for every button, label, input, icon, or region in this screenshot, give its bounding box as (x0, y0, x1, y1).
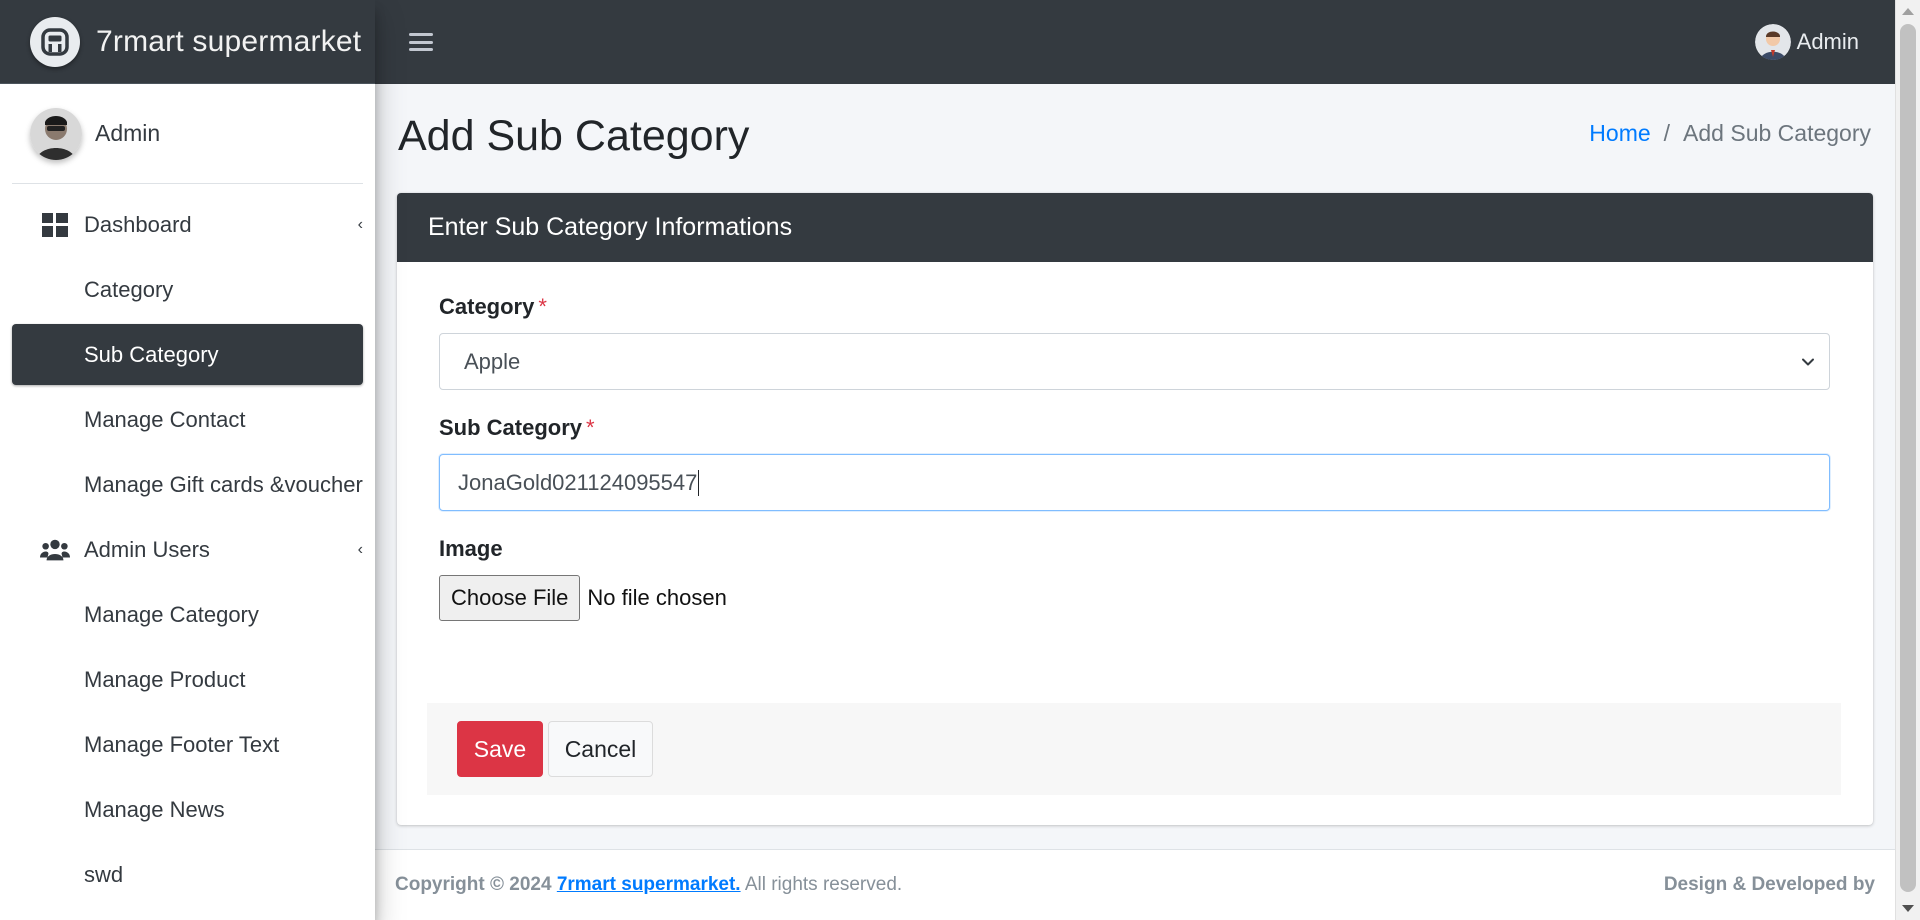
sidebar-item-manage-contact[interactable]: Manage Contact (12, 389, 363, 450)
sidebar-item-dashboard[interactable]: Dashboard ‹ (12, 194, 363, 255)
avatar[interactable] (30, 107, 82, 160)
sidebar-item-category[interactable]: Category (12, 259, 363, 320)
image-form-group: Image Choose File No file chosen (439, 536, 1831, 621)
footer-copyright: Copyright © 2024 7rmart supermarket. All… (395, 874, 902, 896)
text-cursor (698, 469, 700, 496)
sidebar-item-manage-category[interactable]: Manage Category (12, 584, 363, 645)
sidebar-item-swd[interactable]: swd (12, 844, 363, 905)
chevron-left-icon: ‹ (357, 540, 363, 558)
scroll-up-arrow-icon[interactable] (1902, 8, 1914, 15)
card-header: Enter Sub Category Informations (397, 193, 1873, 262)
breadcrumb-home-link[interactable]: Home (1589, 120, 1650, 147)
form-card: Enter Sub Category Informations Category… (397, 193, 1873, 825)
sidebar-item-label: Manage News (84, 796, 225, 822)
sidebar-item-manage-product[interactable]: Manage Product (12, 649, 363, 710)
category-form-group: Category * Apple (439, 294, 1831, 390)
user-menu[interactable]: Admin (1754, 24, 1859, 60)
chevron-down-icon (1802, 358, 1814, 365)
main-sidebar: 7rmart supermarket Admin Dashboard ‹ Cat… (0, 0, 375, 920)
subcategory-label: Sub Category * (439, 415, 595, 440)
content-wrapper: Add Sub Category Home / Add Sub Category… (375, 84, 1895, 920)
sidebar-item-label: Dashboard (84, 211, 192, 237)
image-label: Image (439, 536, 503, 561)
content-header: Add Sub Category Home / Add Sub Category (398, 106, 1871, 161)
footer-credits: Design & Developed by (1663, 874, 1875, 895)
sidebar-item-label: Category (84, 276, 174, 302)
breadcrumb-current: Add Sub Category (1683, 120, 1871, 146)
cancel-button[interactable]: Cancel (548, 721, 653, 777)
choose-file-button[interactable]: Choose File (439, 575, 581, 621)
brand-link[interactable]: 7rmart supermarket (0, 0, 375, 84)
card-body: Category * Apple Sub Category * JonaGold02… (397, 262, 1873, 621)
footer-rights: All rights reserved. (744, 874, 903, 895)
footer-copyright-prefix: Copyright © 2024 (395, 874, 552, 895)
top-navbar: Admin (375, 0, 1895, 84)
file-status: No file chosen (587, 585, 727, 610)
sidebar-user-panel: Admin (12, 84, 363, 184)
page-title: Add Sub Category (398, 112, 750, 160)
avatar (1754, 24, 1791, 60)
required-mark: * (586, 415, 595, 440)
scroll-thumb[interactable] (1900, 24, 1916, 892)
breadcrumb: Home / Add Sub Category (1589, 120, 1871, 147)
sidebar-item-manage-gift-cards[interactable]: Manage Gift cards &voucher (12, 454, 363, 515)
brand-logo-icon (30, 16, 80, 67)
brand-name: 7rmart supermarket (96, 24, 362, 58)
sidebar-item-manage-footer-text[interactable]: Manage Footer Text (12, 714, 363, 775)
sidebar-nav: Dashboard ‹ Category Sub Category Manage… (0, 194, 375, 905)
subcategory-input[interactable]: JonaGold021124095547 (439, 454, 1830, 511)
sidebar-item-label: Manage Product (84, 666, 246, 692)
card-footer: Save Cancel (427, 703, 1841, 795)
save-button[interactable]: Save (457, 721, 543, 777)
sidebar-item-label: Manage Gift cards &voucher (84, 471, 363, 497)
sidebar-item-label: swd (84, 861, 124, 887)
sidebar-item-manage-news[interactable]: Manage News (12, 779, 363, 840)
image-file-input: Choose File No file chosen (439, 575, 1831, 621)
sidebar-item-label: Manage Category (84, 601, 259, 627)
dashboard-icon (40, 211, 70, 239)
category-select[interactable]: Apple (439, 333, 1830, 390)
sidebar-user-name[interactable]: Admin (95, 120, 160, 147)
chevron-left-icon: ‹ (357, 215, 363, 233)
subcategory-form-group: Sub Category * JonaGold021124095547 (439, 415, 1831, 511)
scroll-down-arrow-icon[interactable] (1902, 905, 1914, 912)
category-selected-value: Apple (464, 348, 521, 374)
sidebar-item-label: Manage Contact (84, 406, 246, 432)
sidebar-item-admin-users[interactable]: Admin Users ‹ (12, 519, 363, 580)
category-label: Category * (439, 294, 547, 319)
hamburger-menu-icon[interactable] (409, 30, 433, 54)
sidebar-item-label: Sub Category (84, 341, 219, 367)
top-user-name: Admin (1796, 29, 1859, 54)
users-icon (40, 536, 70, 564)
page-scrollbar[interactable] (1895, 0, 1920, 920)
main-footer: Copyright © 2024 7rmart supermarket. All… (375, 849, 1895, 920)
sidebar-item-label: Admin Users (84, 536, 210, 562)
sidebar-item-label: Manage Footer Text (84, 731, 280, 757)
footer-brand-link[interactable]: 7rmart supermarket. (557, 874, 741, 895)
breadcrumb-separator: / (1663, 120, 1671, 146)
subcategory-input-value: JonaGold021124095547 (458, 469, 698, 495)
required-mark: * (538, 294, 547, 319)
sidebar-item-sub-category[interactable]: Sub Category (12, 324, 363, 385)
